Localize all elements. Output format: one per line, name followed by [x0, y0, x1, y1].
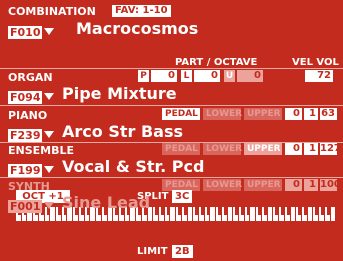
divider: [0, 68, 343, 69]
organ-label: ORGAN: [8, 71, 53, 84]
piano-patch-name: Arco Str Bass: [62, 122, 183, 141]
piano-patch-number: F239: [8, 129, 43, 142]
chevron-down-icon: [44, 202, 55, 209]
piano-lower-button[interactable]: LOWER: [203, 108, 242, 120]
ensemble-upper-button[interactable]: UPPER: [244, 143, 282, 155]
combination-patch-selector[interactable]: F010: [8, 23, 55, 39]
piano-upper-button[interactable]: UPPER: [244, 108, 282, 120]
chevron-down-icon: [44, 166, 55, 173]
chevron-down-icon: [44, 28, 55, 35]
ensemble-octave[interactable]: 0: [285, 143, 302, 155]
organ-volume[interactable]: 72: [305, 70, 333, 82]
synth-patch-row[interactable]: F001: [8, 197, 55, 213]
organ-patch-number: F094: [8, 91, 43, 104]
limit-point[interactable]: 2B: [172, 245, 193, 258]
ensemble-patch-selector[interactable]: F199: [8, 161, 55, 177]
limit-label: LIMIT: [137, 246, 168, 257]
organ-u-badge: U: [224, 70, 235, 82]
chevron-down-icon: [44, 93, 55, 100]
organ-p-octave[interactable]: 0: [151, 70, 177, 82]
divider: [0, 105, 343, 106]
part-octave-header: PART / OCTAVE: [175, 57, 258, 68]
ensemble-patch-name: Vocal & Str. Pcd: [62, 157, 205, 176]
display-screen: COMBINATION FAV: 1-10 F010 Macrocosmos P…: [0, 0, 343, 261]
piano-patch-selector[interactable]: F239: [8, 126, 55, 142]
ensemble-pedal-button[interactable]: PEDAL: [162, 143, 200, 155]
organ-patch-name: Pipe Mixture: [62, 84, 177, 103]
organ-patch-selector[interactable]: F094: [8, 88, 55, 104]
piano-velocity[interactable]: 1: [304, 108, 318, 120]
ensemble-patch-number: F199: [8, 164, 43, 177]
piano-octave[interactable]: 0: [285, 108, 302, 120]
piano-label: PIANO: [8, 109, 48, 122]
synth-upper-button[interactable]: UPPER: [244, 179, 282, 191]
organ-u-octave[interactable]: 0: [237, 70, 263, 82]
divider: [0, 177, 343, 178]
synth-patch-name: Sine Lead: [62, 193, 151, 212]
fav-badge[interactable]: FAV: 1-10: [112, 5, 171, 17]
synth-lower-button[interactable]: LOWER: [203, 179, 242, 191]
combination-label: COMBINATION: [8, 5, 96, 18]
synth-octave[interactable]: 0: [285, 179, 302, 191]
piano-pedal-button[interactable]: PEDAL: [162, 108, 200, 120]
organ-p-badge: P: [138, 70, 149, 82]
organ-l-octave[interactable]: 0: [194, 70, 220, 82]
combination-patch-number: F010: [8, 26, 43, 39]
synth-velocity[interactable]: 1: [304, 179, 318, 191]
combination-patch-name: Macrocosmos: [76, 19, 199, 38]
piano-volume[interactable]: 63: [320, 108, 337, 120]
synth-patch-number: F001: [8, 200, 43, 213]
organ-l-badge: L: [181, 70, 192, 82]
vel-vol-header: VEL VOL: [292, 57, 339, 68]
ensemble-lower-button[interactable]: LOWER: [203, 143, 242, 155]
chevron-down-icon: [44, 131, 55, 138]
ensemble-velocity[interactable]: 1: [304, 143, 318, 155]
synth-volume[interactable]: 100: [320, 179, 341, 191]
split-point[interactable]: 3C: [172, 190, 193, 203]
ensemble-label: ENSEMBLE: [8, 144, 75, 157]
ensemble-volume[interactable]: 127: [320, 143, 341, 155]
